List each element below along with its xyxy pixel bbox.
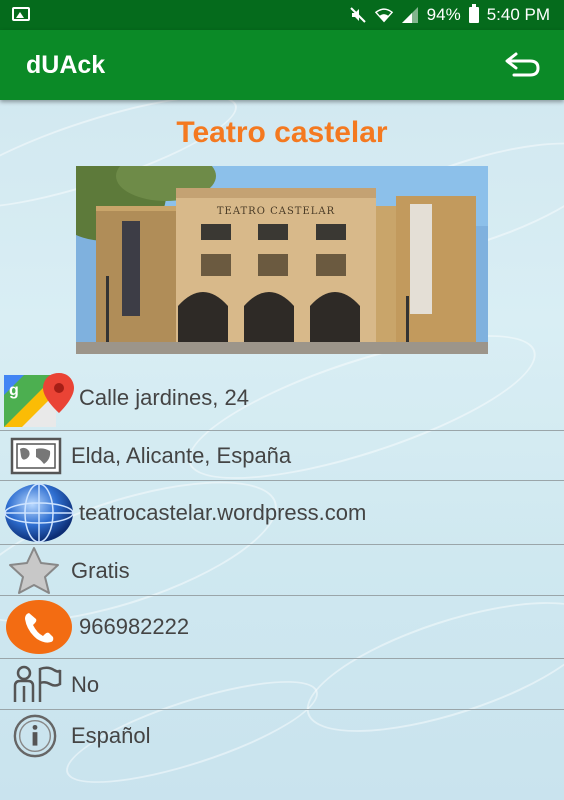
price-row[interactable]: Gratis (0, 545, 564, 596)
wifi-icon (374, 8, 393, 23)
phone-number[interactable]: 966982222 (79, 614, 189, 640)
location-text: Elda, Alicante, España (71, 443, 292, 468)
back-arrow-icon (505, 52, 540, 77)
details-list: g Calle jardines, 24 Elda, Alicante, Esp… (0, 368, 564, 762)
map-icon (10, 437, 62, 474)
back-button[interactable] (504, 50, 542, 80)
app-title: dUAck (26, 51, 106, 79)
signal-icon (401, 7, 418, 23)
price-text: Gratis (71, 558, 130, 583)
photo-sign: TEATRO CASTELAR (217, 206, 335, 217)
website-row[interactable]: teatrocastelar.wordpress.com (0, 481, 564, 545)
address-row[interactable]: g Calle jardines, 24 (0, 368, 564, 431)
phone-icon (6, 600, 72, 654)
clock: 5:40 PM (486, 5, 550, 24)
accessibility-text: No (71, 672, 100, 697)
image-icon (12, 7, 30, 21)
google-maps-icon: g (4, 373, 74, 427)
accessibility-icon (13, 665, 62, 702)
star-icon (9, 547, 59, 594)
status-bar: 94% 5:40 PM (0, 0, 564, 30)
app-bar: dUAck (0, 30, 564, 100)
language-text: Español (71, 723, 151, 748)
globe-icon (4, 482, 74, 543)
page-title: Teatro castelar (176, 116, 388, 149)
address-text: Calle jardines, 24 (79, 385, 249, 410)
svg-text:g: g (9, 382, 19, 399)
website-link[interactable]: teatrocastelar.wordpress.com (79, 500, 366, 526)
location-row[interactable]: Elda, Alicante, España (0, 431, 564, 481)
mute-icon (349, 7, 366, 23)
theatre-photo: TEATRO CASTELAR (76, 166, 488, 354)
battery-icon (468, 4, 479, 23)
language-row[interactable]: Español (0, 710, 564, 762)
accessibility-row[interactable]: No (0, 659, 564, 710)
info-icon (13, 714, 57, 758)
battery-percent: 94% (426, 5, 461, 24)
phone-row[interactable]: 966982222 (0, 596, 564, 659)
